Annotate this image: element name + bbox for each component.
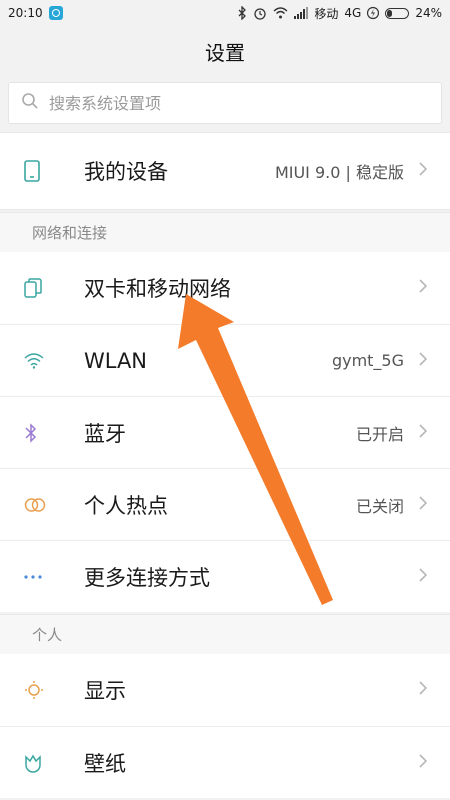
section-header-network: 网络和连接 [0,212,450,252]
row-label: 蓝牙 [84,421,126,446]
battery-percent: 24% [415,6,442,20]
phone-icon [24,160,64,182]
page-title: 设置 [205,40,245,65]
wallpaper-icon [24,753,64,773]
row-value: 已开启 [355,424,404,444]
row-more-connections[interactable]: 更多连接方式 [0,540,450,612]
my-device-row[interactable]: 我的设备 MIUI 9.0 | 稳定版 [0,133,450,209]
my-device-value: MIUI 9.0 | 稳定版 [274,163,404,182]
chevron-right-icon [418,495,428,515]
row-label: 壁纸 [84,751,126,776]
chevron-right-icon [418,680,428,700]
status-bar: 20:10 移动 4G 24% [0,0,450,26]
search-box[interactable] [8,82,442,124]
device-group: 我的设备 MIUI 9.0 | 稳定版 [0,132,450,210]
sim-card-icon [24,278,64,298]
bluetooth-icon [24,422,64,443]
chevron-right-icon [418,278,428,298]
wifi-status-icon [273,7,288,19]
battery-icon [385,7,410,19]
row-label: WLAN [84,348,148,373]
chevron-right-icon [418,161,428,181]
row-hotspot[interactable]: 个人热点 已关闭 [0,468,450,540]
more-icon [24,574,64,580]
personal-group: 显示 壁纸 [0,654,450,798]
search-icon [21,92,39,114]
hotspot-icon [24,497,64,513]
signal-icon [294,7,309,19]
chevron-right-icon [418,753,428,773]
charging-icon [367,6,380,20]
status-icons: 移动 4G 24% [237,5,442,22]
wifi-icon [24,352,64,369]
alarm-icon [253,6,267,20]
display-icon [24,680,64,700]
chevron-right-icon [418,567,428,587]
row-label: 个人热点 [84,493,168,518]
row-wallpaper[interactable]: 壁纸 [0,726,450,798]
status-time: 20:10 [8,6,43,20]
row-display[interactable]: 显示 [0,654,450,726]
section-header-personal: 个人 [0,614,450,654]
network-type: 4G [344,6,362,20]
row-label: 显示 [84,679,126,703]
carrier-label: 移动 [314,6,339,21]
row-label: 双卡和移动网络 [84,277,231,301]
row-wlan[interactable]: WLAN gymt_5G [0,324,450,396]
notification-icon [48,6,63,20]
bluetooth-status-icon [237,6,247,20]
network-group: 双卡和移动网络 WLAN gymt_5G 蓝牙 已开启 个人热点 已关闭 更多连… [0,252,450,612]
chevron-right-icon [418,423,428,443]
row-label: 更多连接方式 [84,565,210,590]
row-bluetooth[interactable]: 蓝牙 已开启 [0,396,450,468]
row-value: 已关闭 [355,496,404,516]
chevron-right-icon [418,351,428,371]
search-input[interactable] [49,93,429,113]
my-device-label: 我的设备 [84,160,168,184]
row-value: gymt_5G [331,351,404,370]
row-dual-sim[interactable]: 双卡和移动网络 [0,252,450,324]
